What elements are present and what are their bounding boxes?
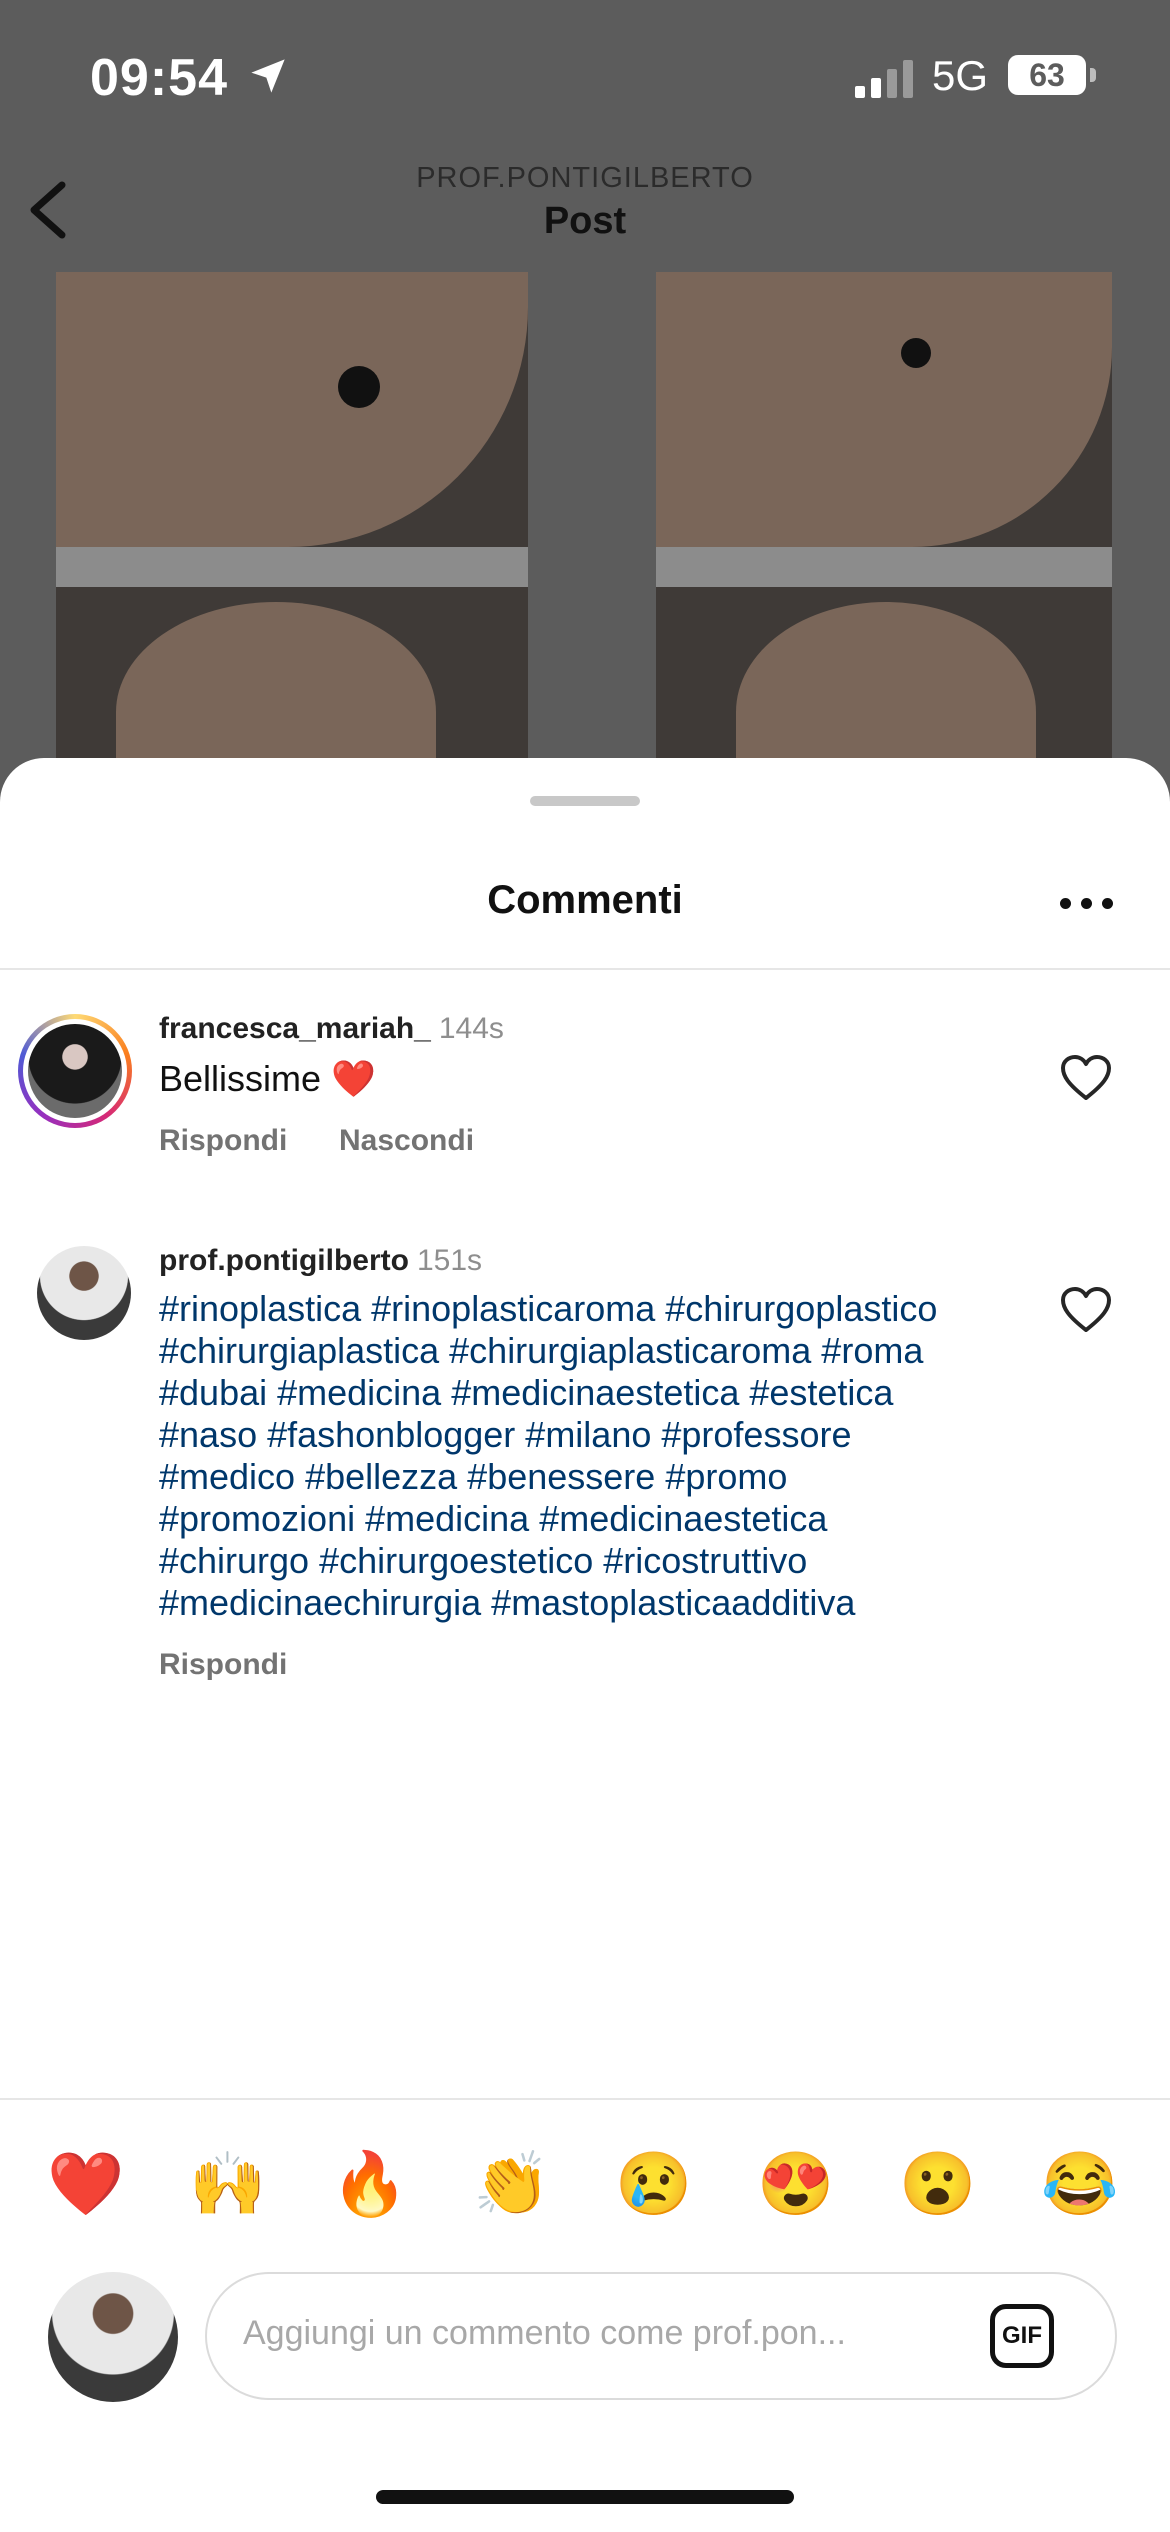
post-account-name: PROF.PONTIGILBERTO xyxy=(416,162,754,194)
comment-username[interactable]: prof.pontigilberto xyxy=(159,1244,409,1277)
cellular-signal-icon xyxy=(855,60,913,98)
hashtag-line[interactable]: #chirurgo #chirurgoestetico #ricostrutti… xyxy=(159,1540,1039,1582)
battery-icon: 63 xyxy=(1008,55,1086,95)
header-divider xyxy=(0,968,1170,970)
emoji-crying[interactable]: 😢 xyxy=(614,2145,694,2225)
page-title: Post xyxy=(543,200,627,242)
hashtag-line[interactable]: #promozioni #medicina #medicinaestetica xyxy=(159,1498,1039,1540)
hashtag-line[interactable]: #dubai #medicina #medicinaestetica #este… xyxy=(159,1372,1039,1414)
status-bar: 09:54 5G 63 xyxy=(0,0,1170,150)
hide-button[interactable]: Nascondi xyxy=(339,1124,474,1158)
avatar[interactable] xyxy=(18,1014,132,1128)
photo-divider-strip xyxy=(528,272,656,792)
battery-cap xyxy=(1090,68,1096,82)
hashtag-line[interactable]: #medicinaechirurgia #mastoplasticaadditi… xyxy=(159,1582,1039,1624)
hashtag-line[interactable]: #medico #bellezza #benessere #promo xyxy=(159,1456,1039,1498)
emoji-laughing[interactable]: 😂 xyxy=(1040,2145,1120,2225)
more-options-icon[interactable] xyxy=(1060,898,1116,918)
network-type: 5G xyxy=(932,52,989,99)
comment-username[interactable]: francesca_mariah_ xyxy=(159,1012,431,1045)
home-indicator xyxy=(376,2490,794,2504)
emoji-quick-reactions: ❤️ 🙌 🔥 👏 😢 😍 😮 😂 xyxy=(0,2145,1170,2225)
gif-button[interactable]: GIF xyxy=(990,2304,1054,2368)
photo-panel xyxy=(56,272,528,792)
status-time: 09:54 xyxy=(90,49,228,107)
post-photo xyxy=(0,272,1170,792)
hashtag-line[interactable]: #naso #fashonblogger #milano #professore xyxy=(159,1414,1039,1456)
reply-button[interactable]: Rispondi xyxy=(159,1648,287,1682)
comment-input[interactable]: Aggiungi un commento come prof.pon... GI… xyxy=(205,2272,1117,2400)
emoji-heart-eyes[interactable]: 😍 xyxy=(756,2145,836,2225)
location-arrow-icon xyxy=(251,59,285,93)
emoji-surprised[interactable]: 😮 xyxy=(898,2145,978,2225)
sheet-title: Commenti xyxy=(487,878,683,922)
emoji-heart[interactable]: ❤️ xyxy=(46,2145,126,2225)
emoji-raised-hands[interactable]: 🙌 xyxy=(188,2145,268,2225)
hashtag-line[interactable]: #rinoplastica #rinoplasticaroma #chirurg… xyxy=(159,1288,1039,1330)
composer-divider xyxy=(0,2098,1170,2100)
comment-header: francesca_mariah_ 144s xyxy=(159,1012,504,1046)
sheet-drag-handle[interactable] xyxy=(530,796,640,806)
emoji-fire[interactable]: 🔥 xyxy=(330,2145,410,2225)
battery-level: 63 xyxy=(1029,57,1065,93)
post-header: PROF.PONTIGILBERTO Post xyxy=(0,150,1170,272)
comment-header: prof.pontigilberto 151s xyxy=(159,1244,482,1278)
reply-button[interactable]: Rispondi xyxy=(159,1124,287,1158)
like-heart-icon[interactable] xyxy=(1060,1286,1112,1334)
emoji-clapping[interactable]: 👏 xyxy=(472,2145,552,2225)
hashtag-line[interactable]: #chirurgiaplastica #chirurgiaplasticarom… xyxy=(159,1330,1039,1372)
comment-hashtags: #rinoplastica #rinoplasticaroma #chirurg… xyxy=(159,1288,1039,1624)
avatar[interactable] xyxy=(37,1246,131,1340)
comment-age: 151s xyxy=(416,1244,483,1277)
current-user-avatar xyxy=(48,2272,178,2402)
like-heart-icon[interactable] xyxy=(1060,1054,1112,1102)
photo-panel xyxy=(656,272,1112,792)
comment-age: 144s xyxy=(438,1012,504,1045)
comment-text: Bellissime ❤️ xyxy=(159,1058,376,1099)
comment-input-placeholder: Aggiungi un commento come prof.pon... xyxy=(243,2314,846,2352)
